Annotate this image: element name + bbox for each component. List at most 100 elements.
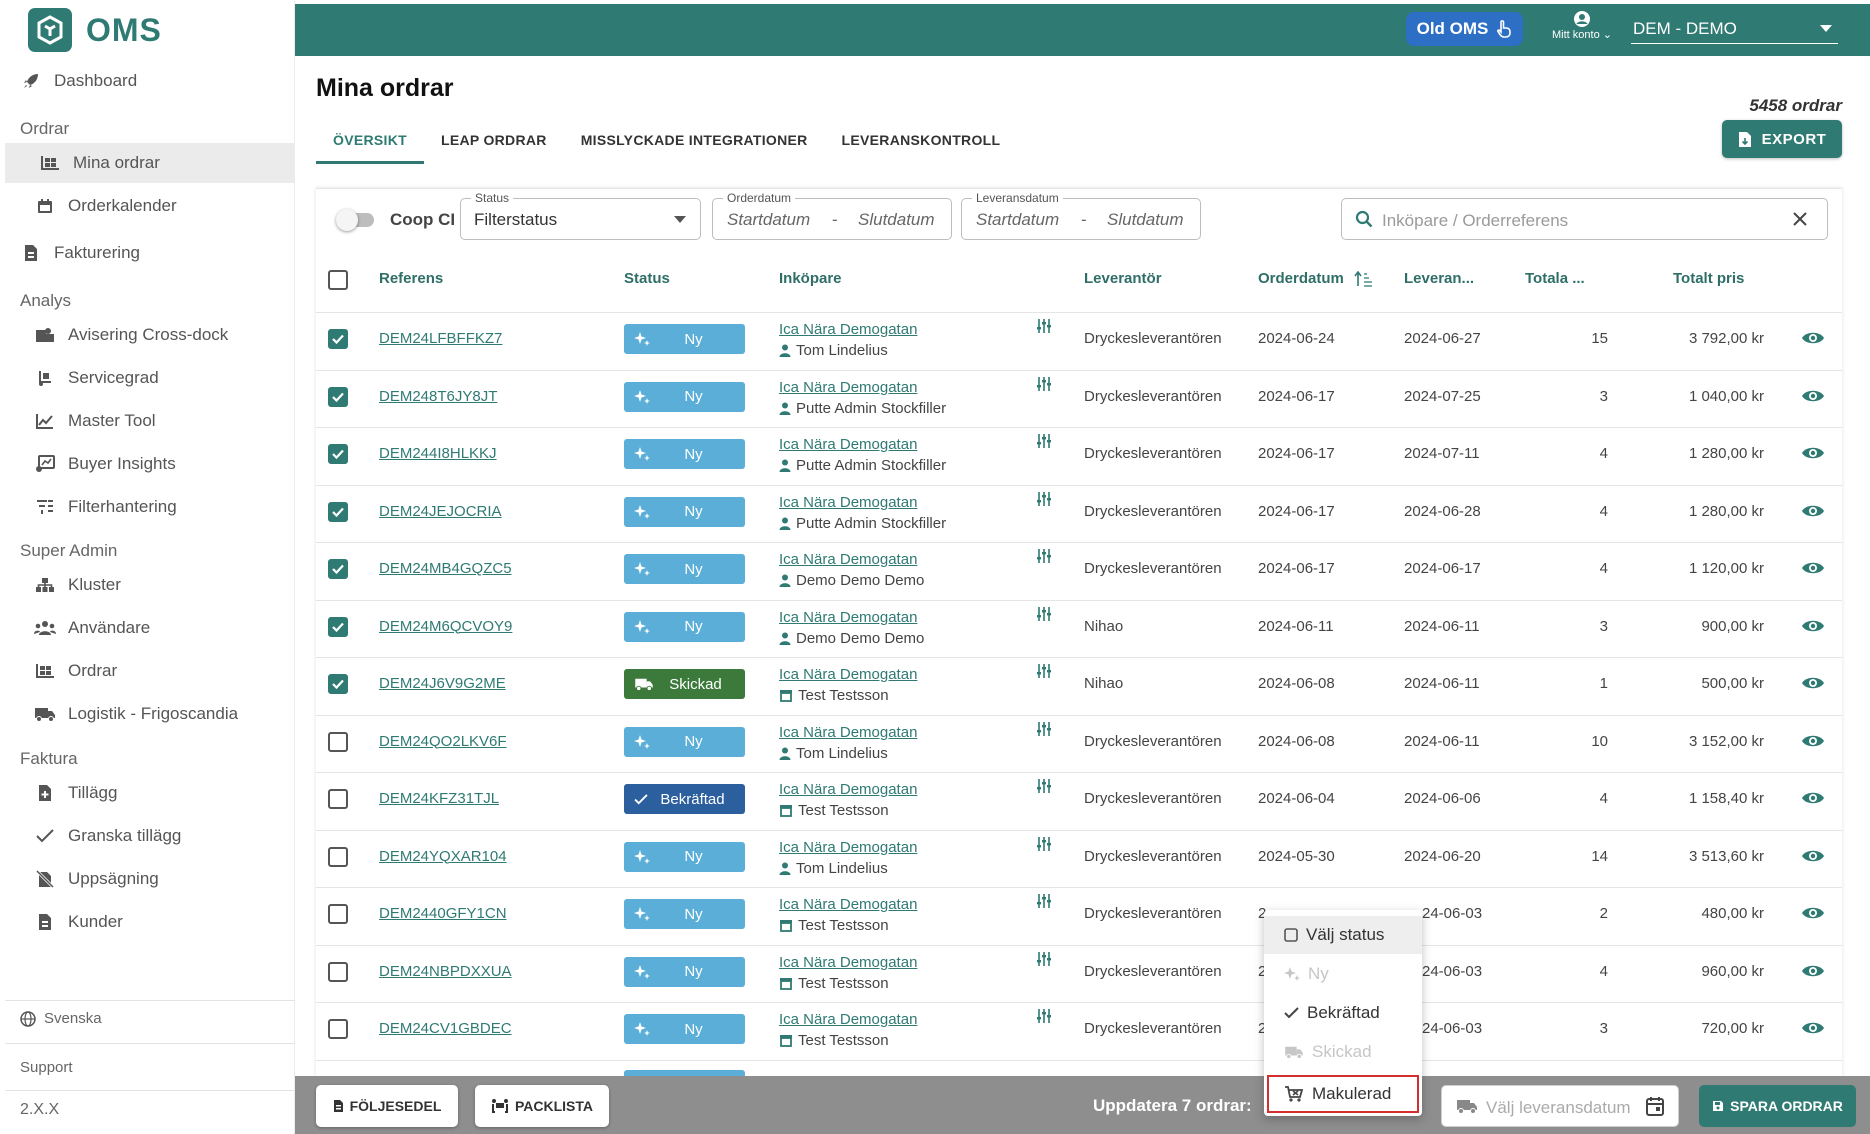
tab-failed-integrations[interactable]: MISSLYCKADE INTEGRATIONER <box>564 118 825 164</box>
tune-icon[interactable] <box>1036 606 1052 627</box>
order-date-start[interactable]: Startdatum <box>727 210 810 230</box>
buyer-store-link[interactable]: Ica Nära Demogatan <box>779 319 917 340</box>
view-order-eye-icon[interactable] <box>1801 675 1825 696</box>
buyer-store-link[interactable]: Ica Nära Demogatan <box>779 1009 917 1030</box>
delivery-date-end[interactable]: Slutdatum <box>1107 210 1184 230</box>
order-reference-link[interactable]: DEM24KFZ31TJL <box>379 790 499 807</box>
row-checkbox[interactable] <box>328 846 348 867</box>
view-order-eye-icon[interactable] <box>1801 963 1825 984</box>
tune-icon[interactable] <box>1036 548 1052 569</box>
order-reference-link[interactable]: DEM24CV1GBDEC <box>379 1020 512 1037</box>
order-reference-link[interactable]: DEM24JEJOCRIA <box>379 503 502 520</box>
calendar-icon[interactable] <box>1646 1096 1664 1116</box>
column-header-delivery-date[interactable]: Leveran... <box>1404 270 1474 287</box>
tune-icon[interactable] <box>1036 318 1052 339</box>
packing-list-button[interactable]: PACKLISTA <box>475 1085 609 1127</box>
sidebar-item-my-orders[interactable]: Mina ordrar <box>5 143 295 183</box>
row-checkbox[interactable] <box>328 386 348 407</box>
order-reference-link[interactable]: DEM24QO2LKV6F <box>379 733 507 750</box>
order-reference-link[interactable]: DEM24J6V9G2ME <box>379 675 506 692</box>
buyer-store-link[interactable]: Ica Nära Demogatan <box>779 607 924 628</box>
sidebar-item-termination[interactable]: Uppsägning <box>0 859 295 899</box>
coop-ci-toggle[interactable] <box>336 206 378 232</box>
status-option-confirmed[interactable]: Bekräftad <box>1264 994 1422 1032</box>
sidebar-item-addons[interactable]: Tillägg <box>0 773 295 813</box>
row-checkbox[interactable] <box>328 1019 348 1039</box>
view-order-eye-icon[interactable] <box>1801 618 1825 639</box>
buyer-store-link[interactable]: Ica Nära Demogatan <box>779 549 924 570</box>
tune-icon[interactable] <box>1036 433 1052 454</box>
row-checkbox[interactable] <box>328 674 348 694</box>
tune-icon[interactable] <box>1036 778 1052 799</box>
view-order-eye-icon[interactable] <box>1801 848 1825 869</box>
old-oms-button[interactable]: Old OMS <box>1406 12 1523 46</box>
tune-icon[interactable] <box>1036 836 1052 857</box>
order-reference-link[interactable]: DEM24YQXAR104 <box>379 848 507 865</box>
sidebar-item-clusters[interactable]: Kluster <box>0 565 295 605</box>
tune-icon[interactable] <box>1036 721 1052 742</box>
column-header-order-date[interactable]: Orderdatum <box>1258 270 1344 287</box>
column-header-reference[interactable]: Referens <box>379 270 443 287</box>
sidebar-item-master-tool[interactable]: Master Tool <box>0 401 295 441</box>
status-option-sent[interactable]: Skickad <box>1264 1033 1422 1071</box>
buyer-store-link[interactable]: Ica Nära Demogatan <box>779 894 917 915</box>
order-reference-link[interactable]: DEM244I8HLKKJ <box>379 445 497 462</box>
tune-icon[interactable] <box>1036 951 1052 972</box>
view-order-eye-icon[interactable] <box>1801 445 1825 466</box>
tab-delivery-control[interactable]: LEVERANSKONTROLL <box>825 118 1018 164</box>
view-order-eye-icon[interactable] <box>1801 790 1825 811</box>
order-reference-link[interactable]: DEM248T6JY8JT <box>379 388 497 405</box>
search-input[interactable]: Inköpare / Orderreferens <box>1382 211 1568 231</box>
sidebar-item-orders[interactable]: Ordrar <box>0 651 295 691</box>
order-reference-link[interactable]: DEM24MB4GQZC5 <box>379 560 512 577</box>
tab-overview[interactable]: ÖVERSIKT <box>316 118 424 164</box>
sidebar-item-customers[interactable]: Kunder <box>0 902 295 942</box>
support-link[interactable]: Support <box>20 1059 73 1076</box>
tune-icon[interactable] <box>1036 1008 1052 1029</box>
search-field[interactable]: Inköpare / Orderreferens <box>1341 198 1828 240</box>
select-all-checkbox[interactable] <box>328 270 348 290</box>
delivery-date-start[interactable]: Startdatum <box>976 210 1059 230</box>
row-checkbox[interactable] <box>328 444 348 464</box>
sidebar-item-buyer-insights[interactable]: Buyer Insights <box>0 444 295 484</box>
column-header-total[interactable]: Totala ... <box>1525 270 1585 287</box>
order-reference-link[interactable]: DEM24LFBFFKZ7 <box>379 330 502 347</box>
view-order-eye-icon[interactable] <box>1801 1020 1825 1041</box>
view-order-eye-icon[interactable] <box>1801 503 1825 524</box>
sidebar-item-users[interactable]: Användare <box>0 608 295 648</box>
buyer-store-link[interactable]: Ica Nära Demogatan <box>779 377 946 398</box>
status-option-new[interactable]: Ny <box>1264 955 1422 993</box>
buyer-store-link[interactable]: Ica Nära Demogatan <box>779 952 917 973</box>
buyer-store-link[interactable]: Ica Nära Demogatan <box>779 722 917 743</box>
delivery-date-picker[interactable]: Välj leveransdatum <box>1441 1085 1679 1127</box>
row-checkbox[interactable] <box>328 789 348 809</box>
save-orders-button[interactable]: SPARA ORDRAR <box>1699 1085 1856 1127</box>
sort-ascending-icon[interactable] <box>1354 271 1374 287</box>
app-logo[interactable]: OMS <box>28 8 162 52</box>
order-date-range[interactable]: Orderdatum Startdatum - Slutdatum <box>712 191 952 240</box>
sidebar-item-filter-management[interactable]: Filterhantering <box>0 487 295 527</box>
language-selector[interactable]: Svenska <box>20 1010 102 1027</box>
row-checkbox[interactable] <box>328 329 348 349</box>
order-reference-link[interactable]: DEM24NBPDXXUA <box>379 963 512 980</box>
row-checkbox[interactable] <box>328 616 348 637</box>
sidebar-item-review-addons[interactable]: Granska tillägg <box>0 816 295 856</box>
column-header-buyer[interactable]: Inköpare <box>779 270 842 287</box>
view-order-eye-icon[interactable] <box>1801 388 1825 409</box>
tab-leap-orders[interactable]: LEAP ORDRAR <box>424 118 564 164</box>
column-header-status[interactable]: Status <box>624 270 670 287</box>
buyer-store-link[interactable]: Ica Nära Demogatan <box>779 837 917 858</box>
delivery-note-button[interactable]: FÖLJESEDEL <box>316 1085 458 1127</box>
tune-icon[interactable] <box>1036 893 1052 914</box>
column-header-total-price[interactable]: Totalt pris <box>1673 270 1744 287</box>
row-checkbox[interactable] <box>328 731 348 752</box>
sidebar-item-invoicing[interactable]: Fakturering <box>0 233 295 273</box>
buyer-store-link[interactable]: Ica Nära Demogatan <box>779 434 946 455</box>
view-order-eye-icon[interactable] <box>1801 560 1825 581</box>
sidebar-item-order-calendar[interactable]: Orderkalender <box>0 186 295 226</box>
sidebar-item-service-level[interactable]: Servicegrad <box>0 358 295 398</box>
buyer-store-link[interactable]: Ica Nära Demogatan <box>779 779 917 800</box>
close-icon[interactable] <box>1793 212 1807 226</box>
order-reference-link[interactable]: DEM24M6QCVOY9 <box>379 618 512 635</box>
column-header-supplier[interactable]: Leverantör <box>1084 270 1162 287</box>
